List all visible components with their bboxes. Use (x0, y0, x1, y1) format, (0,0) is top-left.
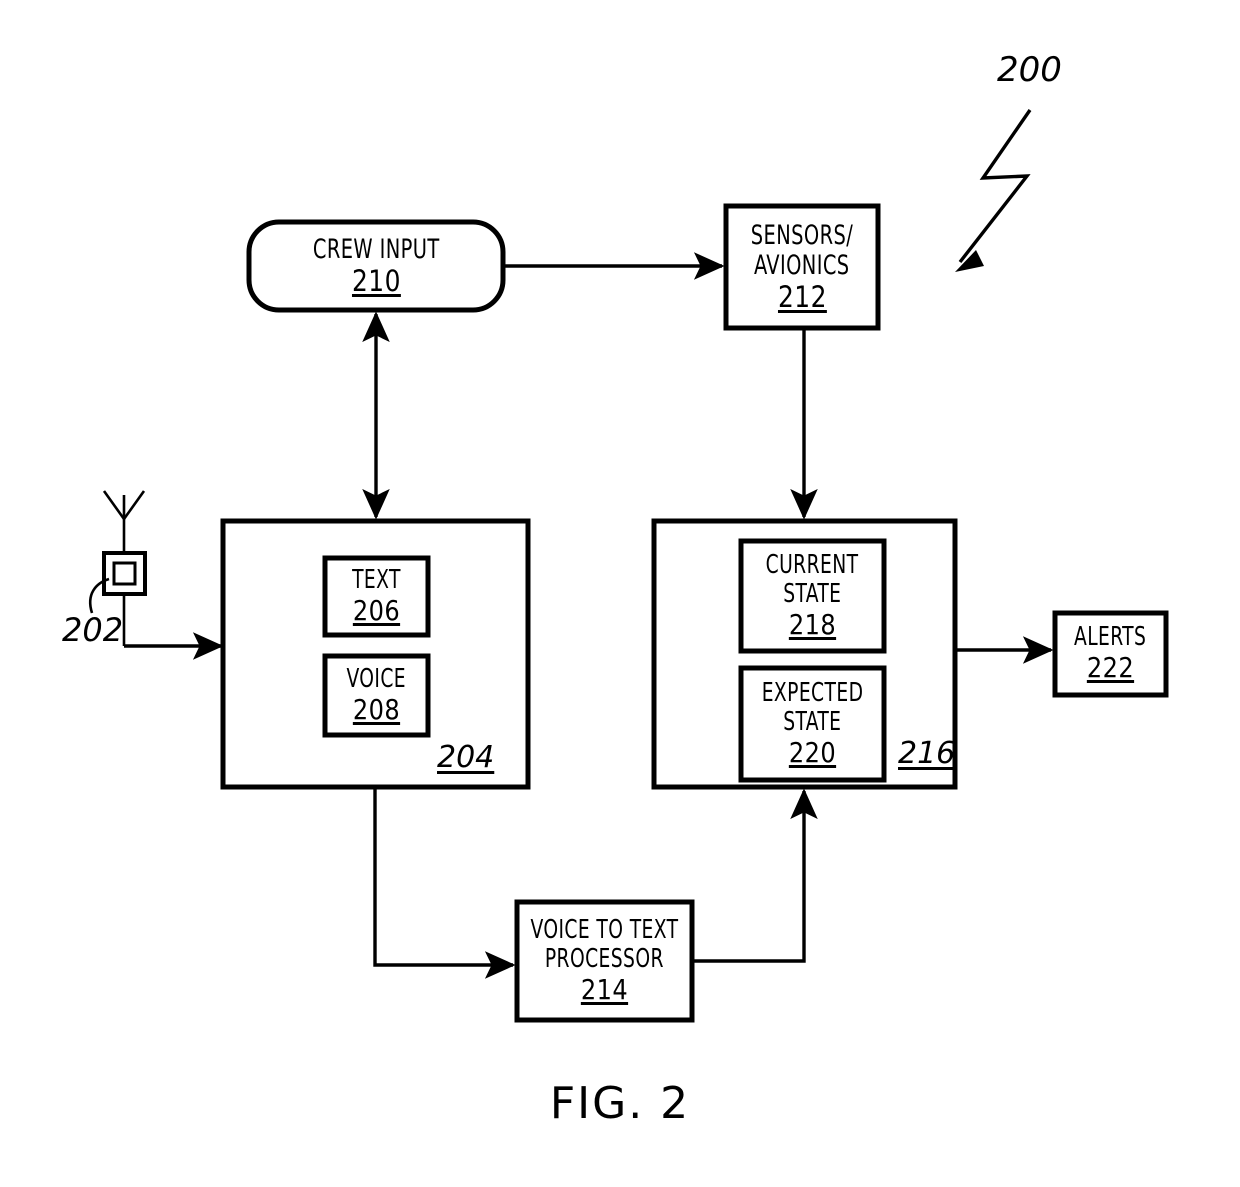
diagram-canvas (88, 109, 1169, 1023)
connector-comm-unit-to-voice-to-text (373, 787, 516, 979)
voice-module-box[interactable] (322, 653, 431, 738)
crew-input-box[interactable] (246, 219, 506, 313)
figure-caption: FIG. 2 (549, 1078, 691, 1129)
overall-reference-leader-icon (955, 109, 1032, 272)
sensors-avionics-box[interactable] (723, 203, 881, 331)
patent-figure: CREW INPUT 210 SENSORS/ AVIONICS 212 TEX… (0, 0, 1240, 1187)
alerts-box[interactable] (1052, 610, 1169, 698)
voice-to-text-processor-box[interactable] (514, 899, 695, 1023)
connector-voice-to-text-to-state-unit (692, 788, 818, 963)
current-state-box[interactable] (738, 538, 887, 654)
text-module-box[interactable] (322, 555, 431, 638)
expected-state-box[interactable] (738, 665, 887, 783)
antenna-icon (88, 490, 147, 646)
